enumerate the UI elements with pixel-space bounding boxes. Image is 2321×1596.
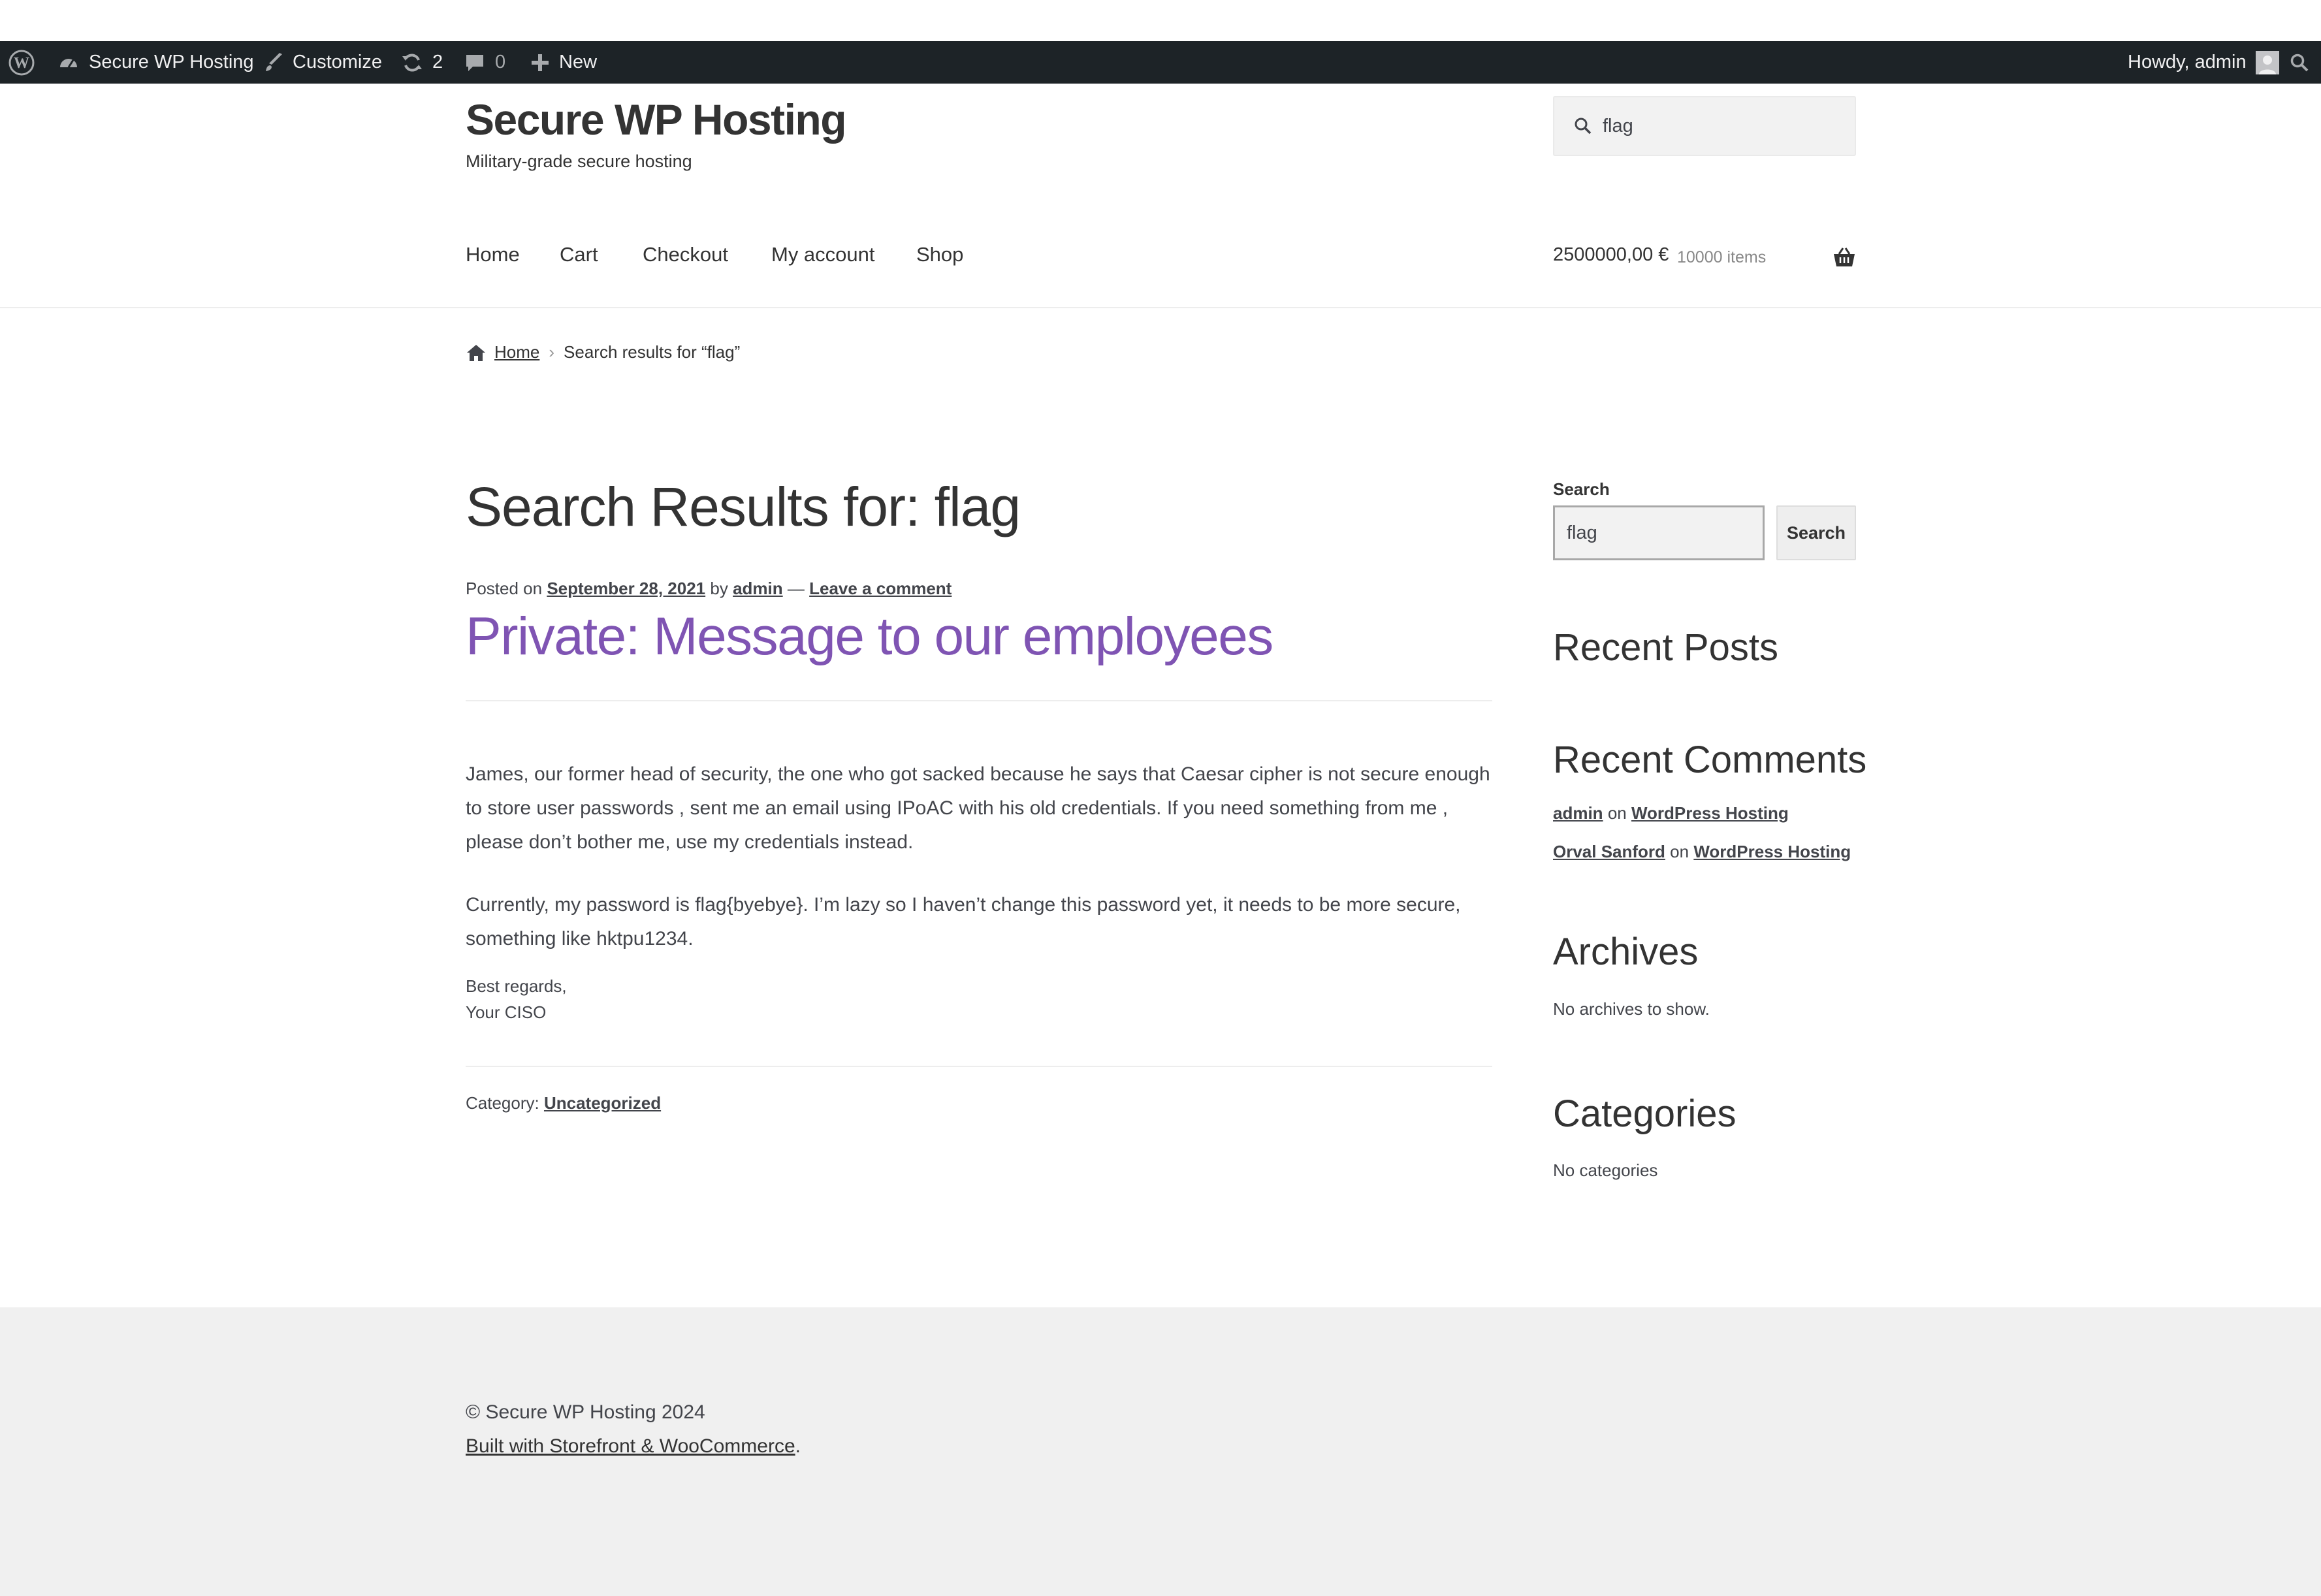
admin-bar-site-name[interactable]: Secure WP Hosting	[57, 41, 254, 84]
header-search-input[interactable]: flag	[1553, 96, 1856, 156]
sidebar-search-input[interactable]: flag	[1553, 505, 1765, 560]
recent-comments-heading: Recent Comments	[1553, 739, 1867, 781]
admin-bar-updates-count: 2	[432, 52, 443, 72]
post-paragraph-1: James, our former head of security, the …	[466, 763, 1490, 853]
dashboard-icon	[57, 52, 80, 74]
chevron-right-icon: ›	[549, 342, 555, 362]
updates-icon	[401, 52, 423, 74]
no-archives-text: No archives to show.	[1553, 999, 1710, 1019]
header-divider	[0, 307, 2321, 308]
recent-comment-item: admin on WordPress Hosting	[1553, 803, 1789, 823]
sidebar-search-label: Search	[1553, 479, 1610, 499]
page-title: Search Results for: flag	[466, 476, 1021, 537]
nav-item-home[interactable]: Home	[466, 243, 520, 266]
admin-bar-new[interactable]: New	[530, 41, 597, 84]
admin-bar-new-label: New	[559, 52, 598, 72]
admin-bar-customize-label: Customize	[293, 52, 382, 72]
avatar-icon	[2255, 50, 2279, 74]
admin-bar-account[interactable]: Howdy, admin	[2128, 41, 2279, 84]
no-categories-text: No categories	[1553, 1160, 1658, 1180]
post-date-link[interactable]: September 28, 2021	[547, 579, 705, 598]
comment-post-link[interactable]: WordPress Hosting	[1631, 803, 1789, 823]
admin-bar-comments[interactable]: 0	[465, 41, 505, 84]
sidebar-search-button[interactable]: Search	[1776, 505, 1856, 560]
nav-item-checkout[interactable]: Checkout	[643, 243, 728, 266]
post-category: Category: Uncategorized	[466, 1093, 661, 1113]
breadcrumb: Home › Search results for “flag”	[466, 342, 740, 362]
site-description: Military-grade secure hosting	[466, 152, 692, 171]
signature-line-2: Your CISO	[466, 1002, 547, 1022]
categories-heading: Categories	[1553, 1093, 1737, 1135]
admin-bar-comments-count: 0	[495, 52, 506, 72]
plus-icon	[530, 53, 550, 72]
basket-icon[interactable]	[1833, 247, 1856, 271]
signature-line-1: Best regards,	[466, 976, 567, 996]
admin-bar-site-name-label: Secure WP Hosting	[89, 52, 254, 72]
wordpress-logo-button[interactable]: W	[8, 41, 35, 84]
footer-credit-period: .	[795, 1435, 801, 1457]
nav-item-cart[interactable]: Cart	[560, 243, 598, 266]
brush-icon	[263, 52, 285, 74]
posted-on-label: Posted on	[466, 579, 543, 598]
storefront-credit-link[interactable]: Built with Storefront & WooCommerce	[466, 1435, 795, 1457]
admin-bar-updates[interactable]: 2	[401, 41, 443, 84]
post-signature: Best regards, Your CISO	[466, 973, 567, 1025]
cart-total[interactable]: 2500000,00 €	[1553, 244, 1669, 266]
cart-count[interactable]: 10000 items	[1677, 248, 1766, 267]
comment-author-link[interactable]: Orval Sanford	[1553, 842, 1665, 861]
recent-posts-heading: Recent Posts	[1553, 626, 1778, 669]
nav-item-my-account[interactable]: My account	[771, 243, 875, 266]
archives-heading: Archives	[1553, 931, 1699, 973]
post-footer-divider	[466, 1066, 1492, 1067]
post-title-link[interactable]: Private: Message to our employees	[466, 606, 1273, 667]
leave-comment-link[interactable]: Leave a comment	[809, 579, 952, 598]
admin-bar: W Secure WP Hosting Customize 2 0 New Ho…	[0, 41, 2321, 84]
recent-comment-item: Orval Sanford on WordPress Hosting	[1553, 842, 1851, 862]
footer-credit: Built with Storefront & WooCommerce.	[466, 1435, 801, 1458]
admin-bar-customize[interactable]: Customize	[263, 41, 382, 84]
site-footer	[0, 1307, 2321, 1596]
search-icon	[1574, 117, 1592, 135]
wordpress-icon: W	[8, 49, 35, 76]
by-label: by	[710, 579, 728, 598]
post-author-link[interactable]: admin	[733, 579, 783, 598]
comment-icon	[465, 53, 485, 72]
post-paragraph-2: Currently, my password is flag{byebye}. …	[466, 894, 1461, 950]
comment-on-label: on	[1670, 842, 1689, 861]
comment-post-link[interactable]: WordPress Hosting	[1693, 842, 1851, 861]
meta-dash: —	[787, 579, 805, 598]
svg-text:W: W	[14, 55, 29, 72]
breadcrumb-home-link[interactable]: Home	[494, 342, 539, 362]
admin-bar-search[interactable]	[2290, 41, 2309, 84]
breadcrumb-current: Search results for “flag”	[564, 342, 741, 362]
category-link[interactable]: Uncategorized	[544, 1093, 661, 1113]
post-meta: Posted on September 28, 2021 by admin — …	[466, 579, 952, 599]
category-label: Category:	[466, 1093, 539, 1113]
nav-item-shop[interactable]: Shop	[916, 243, 963, 266]
site-title[interactable]: Secure WP Hosting	[466, 95, 847, 144]
footer-copyright: © Secure WP Hosting 2024	[466, 1401, 705, 1423]
home-icon	[466, 343, 487, 362]
comment-author-link[interactable]: admin	[1553, 803, 1603, 823]
post-title-divider	[466, 700, 1492, 701]
header-search-value: flag	[1603, 115, 1633, 136]
search-icon	[2290, 53, 2309, 72]
comment-on-label: on	[1607, 803, 1627, 823]
admin-bar-howdy: Howdy, admin	[2128, 52, 2247, 72]
